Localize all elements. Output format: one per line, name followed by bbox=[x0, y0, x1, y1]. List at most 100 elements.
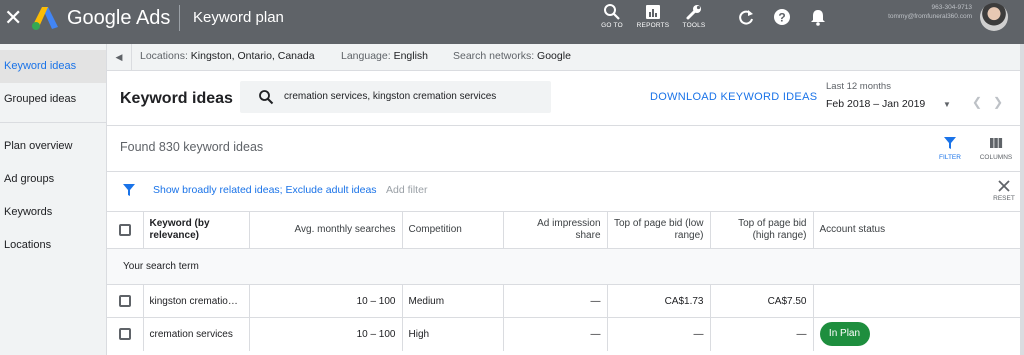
row-checkbox-cell bbox=[107, 284, 143, 318]
filter-label: FILTER bbox=[939, 154, 961, 161]
date-range-label: Last 12 months bbox=[826, 81, 891, 92]
next-period-icon[interactable]: ❯ bbox=[993, 95, 1003, 109]
header-ad-impression-share[interactable]: Ad impression share bbox=[502, 211, 607, 249]
collapse-sidebar-button[interactable]: ◀ bbox=[107, 44, 132, 71]
plan-settings-bar: ◀ Locations: Kingston, Ontario, Canada L… bbox=[107, 44, 1020, 71]
search-icon bbox=[259, 90, 274, 105]
in-plan-badge[interactable]: In Plan bbox=[819, 322, 870, 347]
reset-label: RESET bbox=[993, 195, 1015, 202]
networks-value: Google bbox=[537, 50, 571, 62]
header-bid-high[interactable]: Top of page bid (high range) bbox=[709, 211, 813, 249]
add-filter-button[interactable]: Add filter bbox=[386, 182, 427, 198]
keyword-ideas-table: Keyword (by relevance) Avg. monthly sear… bbox=[107, 211, 1020, 351]
row-checkbox[interactable] bbox=[118, 295, 131, 307]
divider bbox=[107, 171, 1020, 172]
sidebar-item-keywords[interactable]: Keywords bbox=[0, 196, 106, 229]
networks-label: Search networks: bbox=[453, 50, 535, 62]
results-count: Found 830 keyword ideas bbox=[120, 140, 264, 154]
download-keyword-ideas-button[interactable]: DOWNLOAD KEYWORD IDEAS bbox=[650, 88, 817, 106]
dropdown-arrow-icon: ▼ bbox=[943, 100, 951, 109]
columns-icon bbox=[990, 138, 1003, 148]
help-icon[interactable]: ? bbox=[772, 7, 792, 27]
columns-label: COLUMNS bbox=[979, 154, 1013, 161]
tools-label: TOOLS bbox=[682, 22, 706, 29]
brand-name: Google Ads bbox=[67, 7, 171, 29]
svg-text:?: ? bbox=[778, 11, 785, 25]
avatar[interactable] bbox=[980, 3, 1008, 31]
close-icon[interactable]: ✕ bbox=[4, 7, 22, 29]
filter-icon bbox=[944, 137, 956, 149]
keyword-ideas-panel: Keyword ideas cremation services, kingst… bbox=[107, 71, 1020, 355]
locations-value: Kingston, Ontario, Canada bbox=[190, 50, 315, 62]
search-icon bbox=[604, 4, 620, 20]
page-scrollbar[interactable] bbox=[1020, 44, 1024, 355]
google-ads-logo bbox=[32, 7, 58, 30]
bid-high-cell: CA$7.50 bbox=[709, 284, 813, 318]
sidebar-item-plan-overview[interactable]: Plan overview bbox=[0, 130, 106, 163]
language-setting[interactable]: Language: English bbox=[341, 44, 428, 69]
tools-button[interactable]: TOOLS bbox=[674, 3, 714, 37]
sidebar-item-keyword-ideas[interactable]: Keyword ideas bbox=[0, 50, 106, 83]
sidebar-item-locations[interactable]: Locations bbox=[0, 229, 106, 262]
keyword-search-input[interactable]: cremation services, kingston cremation s… bbox=[240, 81, 551, 113]
keyword-cell[interactable]: cremation services bbox=[142, 317, 249, 351]
select-all-cell bbox=[107, 211, 143, 249]
group-label: Your search term bbox=[107, 248, 1020, 285]
status-cell bbox=[812, 284, 1020, 318]
date-range-value: Feb 2018 – Jan 2019 bbox=[826, 98, 926, 110]
locations-setting[interactable]: Locations: Kingston, Ontario, Canada bbox=[140, 44, 315, 69]
notifications-icon[interactable] bbox=[808, 7, 828, 27]
bid-low-cell: — bbox=[606, 317, 710, 351]
competition-cell: Medium bbox=[401, 284, 503, 318]
filter-button[interactable]: FILTER bbox=[935, 136, 965, 162]
reset-filters-button[interactable]: RESET bbox=[989, 179, 1019, 202]
bid-low-cell: CA$1.73 bbox=[606, 284, 710, 318]
table-row[interactable]: cremation services 10 – 100 High — — — I… bbox=[107, 317, 1020, 351]
bid-high-cell: — bbox=[709, 317, 813, 351]
keyword-cell[interactable]: kingston cremation services bbox=[142, 284, 249, 318]
columns-button[interactable]: COLUMNS bbox=[978, 136, 1014, 162]
previous-period-icon[interactable]: ❮ bbox=[972, 95, 982, 109]
active-filter-chip[interactable]: Show broadly related ideas; Exclude adul… bbox=[153, 182, 377, 198]
top-app-bar: ✕ Google Ads Keyword plan GO TO REPORTS … bbox=[0, 0, 1024, 44]
title-divider bbox=[179, 5, 180, 31]
page-title: Keyword plan bbox=[193, 9, 284, 26]
header-account-status[interactable]: Account status bbox=[812, 211, 1020, 249]
language-value: English bbox=[393, 50, 429, 62]
impression-share-cell: — bbox=[502, 284, 607, 318]
sidebar-item-grouped-ideas[interactable]: Grouped ideas bbox=[0, 83, 106, 116]
sidebar-item-ad-groups[interactable]: Ad groups bbox=[0, 163, 106, 196]
date-range-picker[interactable]: Last 12 months Feb 2018 – Jan 2019 ▼ bbox=[826, 80, 964, 114]
account-info[interactable]: 963-304-9713 tommy@fromfuneral360.com bbox=[842, 3, 972, 21]
select-all-checkbox[interactable] bbox=[118, 223, 131, 236]
table-header-row: Keyword (by relevance) Avg. monthly sear… bbox=[107, 211, 1020, 249]
section-title: Keyword ideas bbox=[120, 90, 233, 107]
search-value: cremation services, kingston cremation s… bbox=[284, 91, 497, 102]
divider bbox=[107, 125, 1020, 126]
language-label: Language: bbox=[341, 50, 391, 62]
filter-icon bbox=[123, 184, 135, 196]
account-email: tommy@fromfuneral360.com bbox=[888, 13, 972, 20]
competition-cell: High bbox=[401, 317, 503, 351]
reports-icon bbox=[646, 5, 660, 19]
header-keyword[interactable]: Keyword (by relevance) bbox=[142, 211, 249, 249]
refresh-icon[interactable] bbox=[736, 7, 756, 27]
status-cell: In Plan bbox=[812, 317, 1020, 351]
go-to-button[interactable]: GO TO bbox=[592, 3, 632, 37]
go-to-label: GO TO bbox=[601, 22, 623, 29]
reports-label: REPORTS bbox=[636, 22, 670, 29]
reports-button[interactable]: REPORTS bbox=[633, 3, 673, 37]
sidebar: Keyword ideas Grouped ideas Plan overvie… bbox=[0, 44, 107, 355]
wrench-icon bbox=[686, 5, 701, 20]
close-icon bbox=[998, 180, 1010, 192]
header-competition[interactable]: Competition bbox=[401, 211, 503, 249]
group-row: Your search term bbox=[107, 248, 1020, 285]
header-avg-monthly-searches[interactable]: Avg. monthly searches bbox=[248, 211, 402, 249]
searches-cell: 10 – 100 bbox=[248, 284, 402, 318]
row-checkbox[interactable] bbox=[118, 328, 131, 341]
table-row[interactable]: kingston cremation services 10 – 100 Med… bbox=[107, 284, 1020, 318]
header-bid-low[interactable]: Top of page bid (low range) bbox=[606, 211, 710, 249]
locations-label: Locations: bbox=[140, 50, 188, 62]
sidebar-divider bbox=[0, 122, 106, 123]
networks-setting[interactable]: Search networks: Google bbox=[453, 44, 571, 69]
